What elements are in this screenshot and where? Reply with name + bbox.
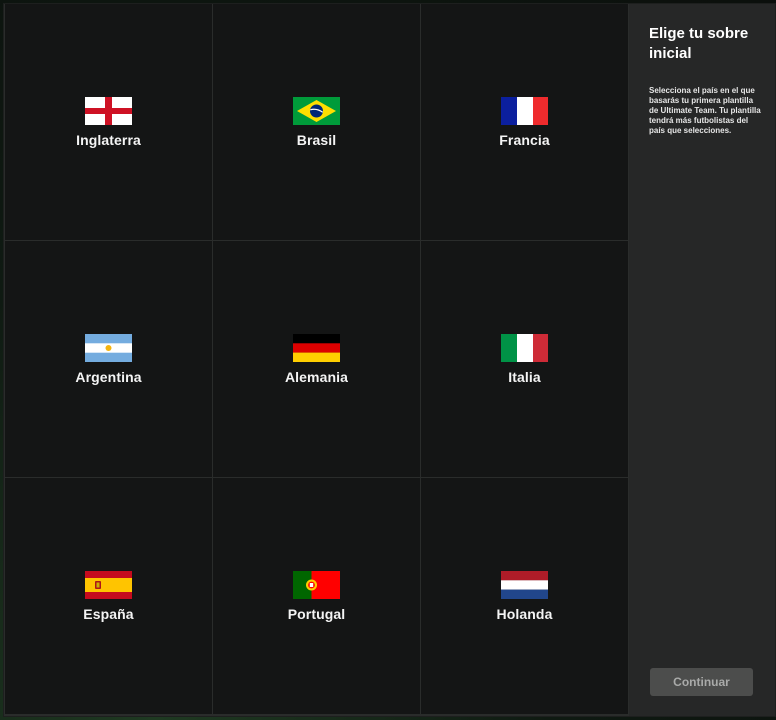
- country-label: Brasil: [296, 131, 337, 148]
- country-tile-holanda[interactable]: Holanda: [421, 478, 628, 714]
- sidebar-title: Elige tu sobre inicial: [649, 25, 749, 62]
- netherlands-flag-icon: [501, 570, 548, 599]
- country-label: Francia: [499, 131, 550, 148]
- england-flag-icon: [85, 96, 132, 125]
- argentina-flag-icon: [85, 333, 132, 362]
- brazil-flag-icon: [293, 96, 340, 125]
- portugal-flag-icon: [293, 570, 340, 599]
- country-label: Portugal: [287, 605, 346, 622]
- france-flag-icon: [501, 96, 548, 125]
- country-tile-alemania[interactable]: Alemania: [213, 241, 420, 477]
- country-label: Italia: [508, 368, 541, 385]
- country-tile-italia[interactable]: Italia: [421, 241, 628, 477]
- country-tile-francia[interactable]: Francia: [421, 4, 628, 240]
- spain-flag-icon: [85, 570, 132, 599]
- germany-flag-icon: [293, 333, 340, 362]
- sidebar-description: Selecciona el país en el que basarás tu …: [649, 86, 761, 135]
- country-tile-inglaterra[interactable]: Inglaterra: [5, 4, 212, 240]
- country-label: España: [83, 605, 134, 622]
- country-label: Argentina: [75, 368, 142, 385]
- country-grid: Inglaterra Brasil Francia Argentina Alem…: [4, 4, 629, 716]
- italy-flag-icon: [501, 333, 548, 362]
- country-tile-portugal[interactable]: Portugal: [213, 478, 420, 714]
- country-label: Inglaterra: [76, 131, 141, 148]
- continue-button[interactable]: Continuar: [650, 668, 753, 696]
- country-label: Alemania: [284, 368, 349, 385]
- country-tile-espana[interactable]: España: [5, 478, 212, 714]
- info-sidebar: Elige tu sobre inicial Selecciona el paí…: [629, 4, 775, 716]
- country-label: Holanda: [496, 605, 553, 622]
- starter-pack-dialog: Inglaterra Brasil Francia Argentina Alem…: [4, 4, 775, 716]
- country-tile-brasil[interactable]: Brasil: [213, 4, 420, 240]
- country-tile-argentina[interactable]: Argentina: [5, 241, 212, 477]
